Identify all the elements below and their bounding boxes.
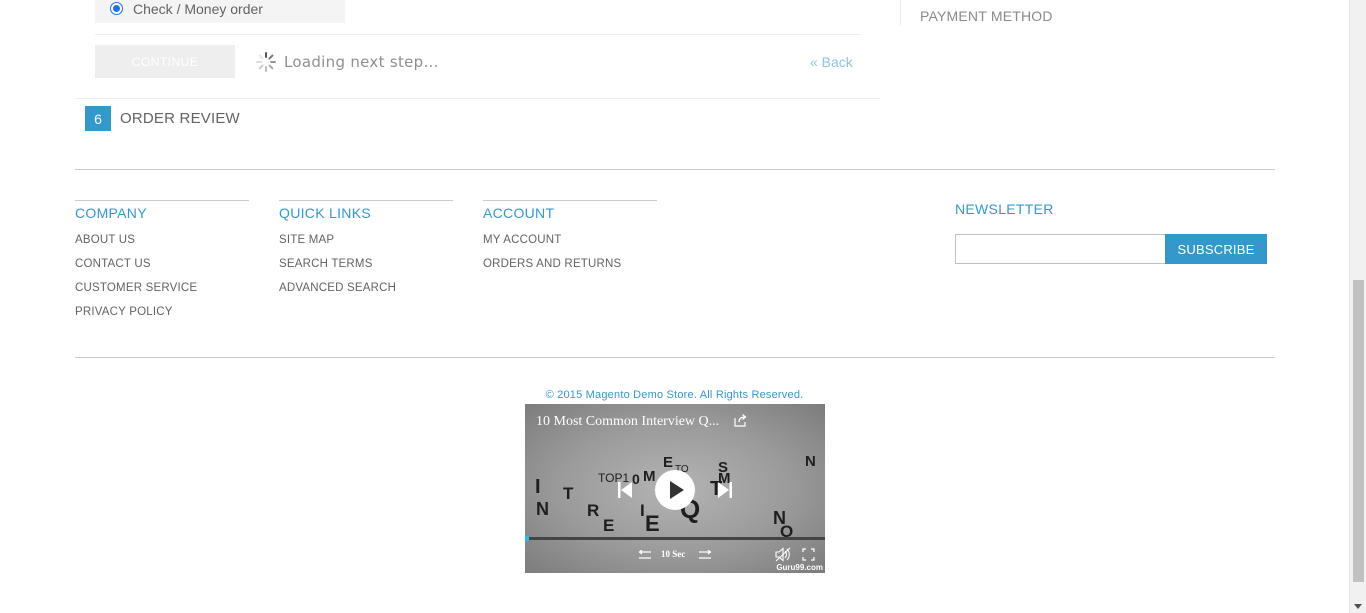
next-icon[interactable] — [717, 481, 733, 499]
footer-link-contact-us[interactable]: CONTACT US — [75, 257, 249, 281]
play-icon[interactable] — [655, 470, 695, 510]
newsletter-title: NEWSLETTER — [955, 201, 1054, 217]
step-number-badge: 6 — [85, 106, 111, 131]
skip-seconds-label: 10 Sec — [661, 549, 686, 559]
fullscreen-icon[interactable] — [802, 548, 815, 561]
loading-spinner-icon — [256, 52, 276, 72]
footer-divider — [75, 169, 1275, 170]
continue-button[interactable]: CONTINUE — [95, 45, 235, 78]
scrollbar-thumb[interactable] — [1353, 280, 1364, 582]
divider — [95, 34, 861, 35]
share-icon[interactable] — [734, 414, 747, 427]
page-scrollbar[interactable] — [1349, 0, 1366, 613]
payment-option-checkmo[interactable]: Check / Money order — [95, 0, 345, 23]
video-watermark: Guru99.com — [776, 563, 823, 572]
footer-divider — [75, 357, 1275, 358]
copyright-text: © 2015 Magento Demo Store. All Rights Re… — [545, 389, 804, 401]
footer-link-site-map[interactable]: SITE MAP — [279, 233, 453, 257]
divider — [75, 98, 880, 99]
rewind-icon[interactable] — [638, 550, 652, 560]
footer-link-search-terms[interactable]: SEARCH TERMS — [279, 257, 453, 281]
footer-column-title: ACCOUNT — [483, 200, 657, 221]
payment-radio[interactable] — [110, 2, 123, 15]
step-title-order-review[interactable]: ORDER REVIEW — [120, 110, 240, 127]
footer-column-title: QUICK LINKS — [279, 200, 453, 221]
footer-link-about-us[interactable]: ABOUT US — [75, 233, 249, 257]
mute-icon[interactable] — [775, 547, 791, 562]
footer-link-orders-and-returns[interactable]: ORDERS AND RETURNS — [483, 257, 657, 281]
video-progress-knob[interactable] — [525, 536, 529, 541]
footer-column-company: COMPANY ABOUT US CONTACT US CUSTOMER SER… — [75, 200, 249, 329]
subscribe-button[interactable]: SUBSCRIBE — [1165, 234, 1267, 264]
forward-icon[interactable] — [698, 550, 712, 560]
footer-link-advanced-search[interactable]: ADVANCED SEARCH — [279, 281, 453, 305]
footer-column-account: ACCOUNT MY ACCOUNT ORDERS AND RETURNS — [483, 200, 657, 281]
footer-link-my-account[interactable]: MY ACCOUNT — [483, 233, 657, 257]
scroll-down-arrow-icon[interactable] — [1354, 604, 1362, 609]
progress-payment-method: PAYMENT METHOD — [920, 8, 1053, 24]
video-title: 10 Most Common Interview Q... — [536, 414, 720, 429]
footer-column-quick-links: QUICK LINKS SITE MAP SEARCH TERMS ADVANC… — [279, 200, 453, 305]
back-link[interactable]: « Back — [810, 54, 853, 70]
footer-column-title: COMPANY — [75, 200, 249, 221]
loading-text: Loading next step... — [284, 53, 439, 71]
payment-option-label: Check / Money order — [133, 0, 263, 17]
video-player[interactable]: I N T R E TOP1 0 M E TO S M T I E Q N N … — [525, 404, 825, 573]
previous-icon[interactable] — [617, 481, 633, 499]
footer-link-customer-service[interactable]: CUSTOMER SERVICE — [75, 281, 249, 305]
footer-link-privacy-policy[interactable]: PRIVACY POLICY — [75, 305, 249, 329]
newsletter-email-input[interactable] — [955, 234, 1166, 264]
divider — [900, 0, 901, 26]
video-progress-bar[interactable] — [525, 536, 825, 541]
